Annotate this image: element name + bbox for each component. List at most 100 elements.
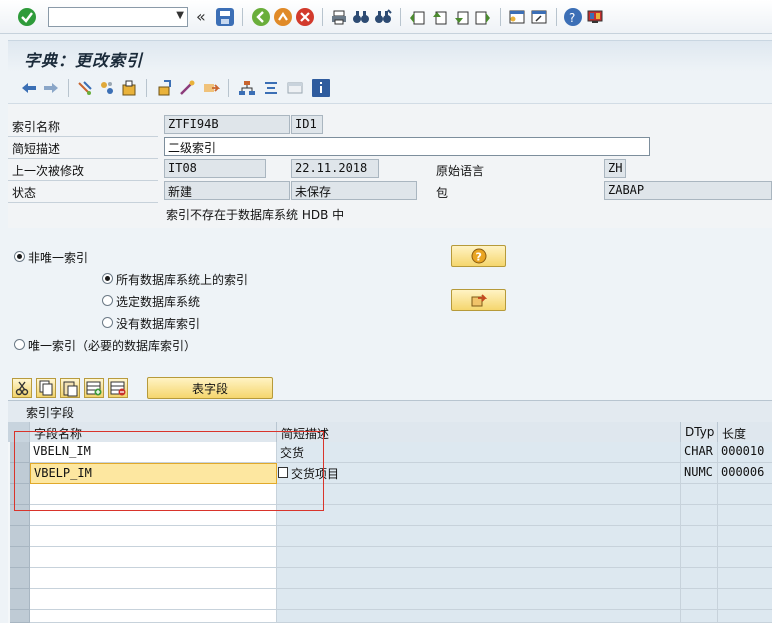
insert-row-icon	[86, 381, 102, 396]
insert-row-button[interactable]	[84, 378, 104, 398]
table-fields-button[interactable]: 表字段	[147, 377, 273, 399]
find-icon[interactable]	[352, 8, 370, 26]
copy-row-button[interactable]	[36, 378, 56, 398]
display-object-list-icon[interactable]	[286, 79, 304, 97]
short-desc-input[interactable]: 二级索引	[164, 137, 650, 156]
next-page-icon[interactable]	[452, 8, 470, 26]
display-change-icon[interactable]	[76, 79, 94, 97]
back-icon[interactable]	[252, 8, 270, 26]
info-icon[interactable]	[312, 79, 330, 97]
delete-row-button[interactable]	[108, 378, 128, 398]
orig-lang-label: 原始语言	[436, 164, 485, 178]
cut-row-button[interactable]	[12, 378, 32, 398]
command-field[interactable]: ▼	[48, 7, 188, 27]
forward-icon	[471, 294, 487, 307]
empty-cell	[277, 568, 681, 589]
magic-wand-icon[interactable]	[178, 79, 196, 97]
last-page-icon[interactable]	[474, 8, 492, 26]
where-used-icon[interactable]	[262, 79, 280, 97]
chevron-down-icon[interactable]: ▼	[176, 10, 184, 21]
column-header-short-desc[interactable]: 简短描述	[277, 422, 681, 442]
help-button[interactable]: ?	[451, 245, 506, 267]
double-chevron-left-icon[interactable]: «	[196, 7, 214, 26]
arrow-left-icon[interactable]	[20, 79, 38, 97]
empty-cell	[718, 547, 772, 568]
field-name-cell-focused[interactable]: VBELP_IM	[30, 463, 277, 484]
row-selector[interactable]	[10, 589, 30, 610]
paste-icon	[63, 381, 78, 397]
field-name-cell[interactable]: VBELN_IM	[30, 442, 277, 463]
save-icon[interactable]	[216, 8, 234, 26]
grid-title: 索引字段	[26, 406, 75, 420]
arrow-right-icon[interactable]	[42, 79, 60, 97]
print-icon[interactable]	[330, 8, 348, 26]
short-desc-cell: 交货项目	[277, 463, 681, 484]
selected-db-label: 选定数据库系统	[116, 295, 201, 309]
row-selector[interactable]	[10, 568, 30, 589]
empty-cell	[718, 610, 772, 623]
empty-cell	[277, 547, 681, 568]
transport-icon[interactable]	[202, 79, 221, 97]
unique-label: 唯一索引（必要的数据库索引）	[28, 339, 197, 353]
empty-cell	[681, 547, 718, 568]
row-selector[interactable]	[10, 442, 30, 463]
cancel-icon[interactable]	[296, 8, 314, 26]
standard-toolbar: ▼ « ?	[0, 0, 772, 34]
row-selector[interactable]	[10, 484, 30, 505]
row-selector[interactable]	[10, 505, 30, 526]
other-object-icon[interactable]	[98, 79, 116, 97]
all-db-radio[interactable]	[102, 273, 113, 284]
empty-cell	[277, 610, 681, 623]
empty-cell	[681, 484, 718, 505]
empty-cell	[718, 505, 772, 526]
empty-cell	[718, 484, 772, 505]
empty-cell[interactable]	[30, 568, 277, 589]
prev-page-icon[interactable]	[430, 8, 448, 26]
layout-icon[interactable]	[586, 8, 604, 26]
empty-cell	[681, 568, 718, 589]
column-header-length[interactable]: 长度	[718, 422, 772, 442]
non-unique-radio[interactable]	[14, 251, 25, 262]
column-header-dtype[interactable]: DTyp	[681, 422, 718, 442]
check-icon[interactable]	[156, 79, 174, 97]
hierarchy-icon[interactable]	[238, 79, 256, 97]
empty-cell[interactable]	[30, 547, 277, 568]
help-icon[interactable]: ?	[564, 8, 582, 26]
find-next-icon[interactable]	[374, 8, 392, 26]
unique-radio[interactable]	[14, 339, 25, 350]
empty-cell	[681, 589, 718, 610]
empty-cell[interactable]	[30, 505, 277, 526]
row-selector[interactable]	[10, 547, 30, 568]
question-icon: ?	[471, 248, 486, 264]
svg-text:?: ?	[569, 11, 575, 25]
all-db-label: 所有数据库系统上的索引	[116, 273, 249, 287]
row-selector[interactable]	[10, 463, 30, 484]
short-desc-label: 简短描述	[12, 142, 61, 156]
db-status-message: 索引不存在于数据库系统 HDB 中	[166, 208, 345, 222]
db-select-button[interactable]	[451, 289, 506, 311]
row-selector[interactable]	[10, 610, 30, 623]
column-header-field-name[interactable]: 字段名称	[30, 422, 277, 442]
select-all-corner[interactable]	[8, 422, 30, 442]
empty-cell[interactable]	[30, 589, 277, 610]
empty-cell[interactable]	[30, 484, 277, 505]
empty-cell	[277, 505, 681, 526]
selected-db-radio[interactable]	[102, 295, 113, 306]
empty-cell[interactable]	[30, 610, 277, 623]
value-help-icon[interactable]	[278, 467, 288, 478]
empty-cell	[681, 505, 718, 526]
enter-icon[interactable]	[18, 8, 36, 26]
no-db-radio[interactable]	[102, 317, 113, 328]
empty-cell	[277, 526, 681, 547]
shortcut-icon[interactable]	[530, 8, 548, 26]
first-page-icon[interactable]	[408, 8, 426, 26]
row-selector[interactable]	[10, 526, 30, 547]
application-toolbar	[8, 72, 772, 104]
empty-cell	[277, 484, 681, 505]
empty-cell[interactable]	[30, 526, 277, 547]
create-session-icon[interactable]	[508, 8, 526, 26]
exit-icon[interactable]	[274, 8, 292, 26]
activate-icon[interactable]	[120, 79, 138, 97]
empty-cell	[681, 610, 718, 623]
paste-row-button[interactable]	[60, 378, 80, 398]
